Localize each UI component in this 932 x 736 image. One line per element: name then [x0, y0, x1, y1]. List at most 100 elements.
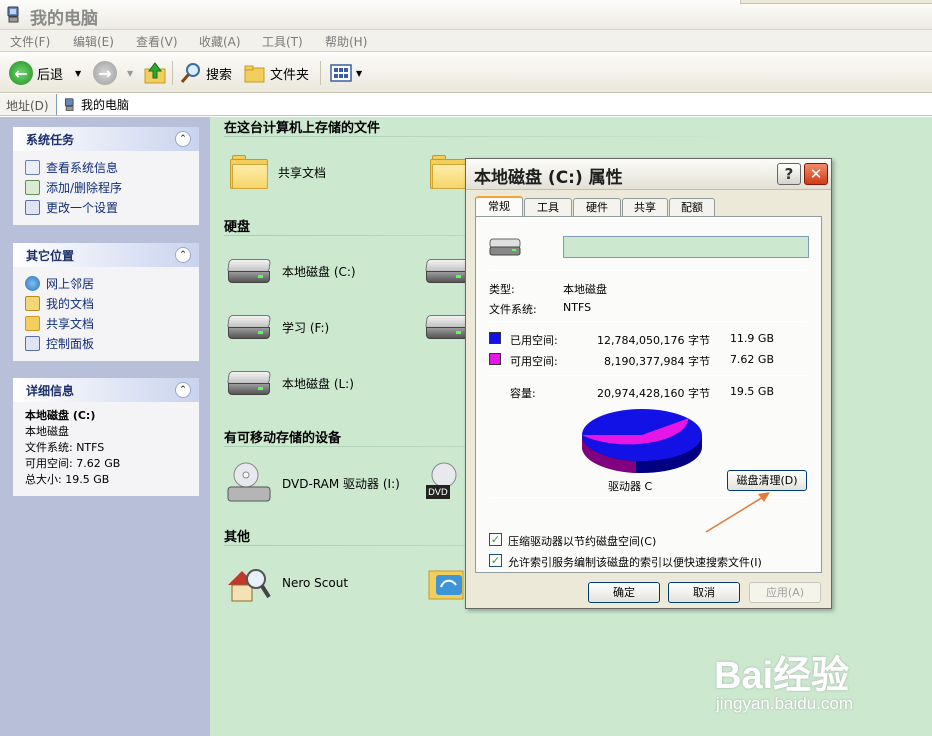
- task-view-system-info[interactable]: 查看系统信息: [25, 157, 199, 177]
- system-tasks-header[interactable]: 系统任务 ⌃: [13, 127, 199, 151]
- address-label: 地址(D): [6, 99, 49, 113]
- details-type: 本地磁盘: [25, 425, 69, 438]
- tab-sharing[interactable]: 共享: [622, 198, 668, 216]
- up-folder-icon: [144, 62, 166, 84]
- other-places-title: 其它位置: [26, 248, 75, 263]
- used-space-label: 已用空间:: [510, 334, 558, 347]
- drive-l-item[interactable]: 本地磁盘 (L:): [226, 369, 354, 397]
- place-control-panel[interactable]: 控制面板: [25, 333, 199, 353]
- menu-help[interactable]: 帮助(H): [325, 33, 367, 50]
- tab-quota[interactable]: 配额: [669, 198, 715, 216]
- views-button[interactable]: ▼: [330, 59, 362, 87]
- other-app-item[interactable]: [428, 565, 466, 603]
- place-shared-documents[interactable]: 共享文档: [25, 313, 199, 333]
- item-label: 共享文档: [278, 165, 327, 180]
- menu-tools[interactable]: 工具(T): [262, 33, 303, 50]
- collapse-chevron-icon[interactable]: ⌃: [175, 382, 191, 398]
- free-space-swatch: [489, 353, 501, 365]
- my-computer-icon: [64, 97, 74, 111]
- used-space-bytes: 12,784,050,176 字节: [597, 334, 710, 347]
- shared-documents-item[interactable]: 共享文档: [230, 155, 326, 189]
- type-label: 类型:: [489, 283, 515, 296]
- task-add-remove-programs[interactable]: 添加/删除程序: [25, 177, 199, 197]
- search-icon: [180, 63, 200, 83]
- toolbar-separator: [172, 61, 173, 85]
- forward-button[interactable]: → ▼: [93, 59, 133, 87]
- forward-dropdown-icon[interactable]: ▼: [127, 69, 133, 78]
- task-change-setting[interactable]: 更改一个设置: [25, 197, 199, 217]
- hard-drive-icon: [489, 238, 521, 256]
- dvd-drive-icon: [227, 462, 271, 502]
- my-computer-icon: [7, 6, 19, 23]
- compress-label: 压缩驱动器以节约磁盘空间(C): [508, 535, 657, 548]
- other-places-header[interactable]: 其它位置 ⌃: [13, 243, 199, 267]
- user-documents-item[interactable]: [430, 155, 468, 189]
- drive-g-item[interactable]: [424, 313, 470, 341]
- dvd-drive-icon: DVD: [426, 462, 457, 499]
- collapse-chevron-icon[interactable]: ⌃: [175, 247, 191, 263]
- address-field[interactable]: 我的电脑: [56, 94, 932, 115]
- folder-icon: [25, 315, 40, 331]
- used-space-swatch: [489, 332, 501, 344]
- toolbar-separator: [320, 61, 321, 85]
- filesystem-value: NTFS: [563, 301, 592, 314]
- close-button[interactable]: ✕: [804, 163, 828, 185]
- place-label: 网上邻居: [46, 276, 95, 291]
- nero-scout-item[interactable]: Nero Scout: [224, 559, 348, 607]
- views-icon: [330, 64, 352, 82]
- control-panel-icon: [25, 199, 40, 215]
- dvd-drive-2-item[interactable]: DVD: [424, 461, 470, 505]
- free-space-label: 可用空间:: [510, 355, 558, 368]
- section-other: 其他: [224, 530, 251, 545]
- back-dropdown-icon[interactable]: ▼: [75, 69, 81, 78]
- tab-tools[interactable]: 工具: [524, 198, 572, 216]
- menu-file[interactable]: 文件(F): [10, 33, 50, 50]
- folder-icon: [430, 155, 468, 189]
- index-checkbox[interactable]: ✓: [489, 554, 502, 567]
- section-divider: [224, 136, 744, 137]
- watermark-url: jingyan.baidu.com: [716, 694, 854, 713]
- window-titlebar: 我的电脑: [0, 0, 932, 30]
- details-name: 本地磁盘 (C:): [25, 409, 96, 422]
- section-hard-disks: 硬盘: [224, 220, 251, 235]
- tab-hardware[interactable]: 硬件: [573, 198, 621, 216]
- other-places-panel: 其它位置 ⌃ 网上邻居 我的文档 共享文档 控制面板: [13, 243, 199, 361]
- titlebar-controls-area: [740, 0, 932, 4]
- address-bar: 地址(D) 我的电脑: [0, 94, 932, 116]
- collapse-chevron-icon[interactable]: ⌃: [175, 131, 191, 147]
- cancel-button[interactable]: 取消: [668, 582, 740, 603]
- place-network[interactable]: 网上邻居: [25, 273, 199, 293]
- hard-drive-icon: [424, 257, 470, 285]
- details-header[interactable]: 详细信息 ⌃: [13, 378, 199, 402]
- system-info-icon: [25, 159, 40, 175]
- help-button[interactable]: ?: [777, 163, 801, 185]
- up-folder-button[interactable]: [143, 59, 167, 87]
- folders-button[interactable]: 文件夹: [244, 59, 309, 87]
- capacity-label: 容量:: [510, 387, 536, 400]
- drive-f-item[interactable]: 学习 (F:): [226, 313, 329, 341]
- dialog-titlebar[interactable]: 本地磁盘 (C:) 属性 ? ✕: [466, 159, 831, 190]
- back-label: 后退: [37, 67, 64, 83]
- hard-drive-icon: [226, 369, 272, 397]
- menu-favorites[interactable]: 收藏(A): [199, 33, 241, 50]
- volume-label-input[interactable]: [563, 236, 809, 258]
- capacity-gb: 19.5 GB: [729, 385, 774, 398]
- dvd-drive-item[interactable]: DVD-RAM 驱动器 (I:): [226, 461, 400, 505]
- menu-edit[interactable]: 编辑(E): [73, 33, 114, 50]
- back-button[interactable]: ← 后退 ▼: [9, 59, 81, 87]
- disk-usage-pie-chart: [581, 409, 702, 473]
- hard-drive-icon: [424, 313, 470, 341]
- window-title: 我的电脑: [30, 9, 98, 29]
- place-my-documents[interactable]: 我的文档: [25, 293, 199, 313]
- details-free: 可用空间: 7.62 GB: [25, 457, 121, 470]
- drive-c-item[interactable]: 本地磁盘 (C:): [226, 257, 356, 285]
- menu-view[interactable]: 查看(V): [136, 33, 178, 50]
- apply-button[interactable]: 应用(A): [749, 582, 821, 603]
- drive-d-item[interactable]: [424, 257, 470, 285]
- ok-button[interactable]: 确定: [588, 582, 660, 603]
- place-label: 我的文档: [46, 296, 95, 311]
- compress-checkbox[interactable]: ✓: [489, 533, 502, 546]
- search-button[interactable]: 搜索: [180, 59, 232, 87]
- details-panel: 详细信息 ⌃ 本地磁盘 (C:) 本地磁盘 文件系统: NTFS 可用空间: 7…: [13, 378, 199, 496]
- tab-general[interactable]: 常规: [475, 196, 523, 217]
